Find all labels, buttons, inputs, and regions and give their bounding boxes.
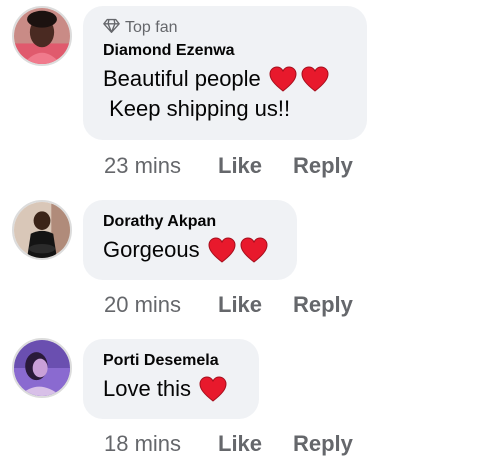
comment-line-1: Gorgeous <box>103 237 200 262</box>
commenter-name[interactable]: Dorathy Akpan <box>103 212 277 232</box>
comment-text: Gorgeous <box>103 235 277 265</box>
red-heart-icon <box>199 376 227 402</box>
like-button[interactable]: Like <box>218 431 293 457</box>
comment-timestamp[interactable]: 23 mins <box>104 153 218 179</box>
comment-bubble: Dorathy Akpan Gorgeous <box>83 200 297 280</box>
comment-actions: 18 mins Like Reply <box>104 431 353 457</box>
like-button[interactable]: Like <box>218 153 293 179</box>
reply-button[interactable]: Reply <box>293 431 353 457</box>
top-fan-badge: Top fan <box>103 18 347 38</box>
avatar-photo-icon <box>14 202 70 258</box>
comment-timestamp[interactable]: 18 mins <box>104 431 218 457</box>
comment-bubble: Porti Desemela Love this <box>83 339 259 419</box>
reply-button[interactable]: Reply <box>293 153 353 179</box>
comment-line-1: Beautiful people <box>103 66 261 91</box>
avatar-photo-icon <box>14 340 70 396</box>
comment-line-2: Keep shipping us!! <box>103 96 291 121</box>
red-heart-icon <box>208 237 236 263</box>
avatar[interactable] <box>12 6 72 66</box>
comment-bubble: Top fan Diamond Ezenwa Beautiful people … <box>83 6 367 140</box>
comment-text: Beautiful people Keep shipping us!! <box>103 64 347 124</box>
red-heart-icon <box>269 66 297 92</box>
commenter-name[interactable]: Diamond Ezenwa <box>103 41 347 61</box>
commenter-name[interactable]: Porti Desemela <box>103 351 239 371</box>
red-heart-icon <box>301 66 329 92</box>
diamond-icon <box>103 17 120 39</box>
comment-line-1: Love this <box>103 376 192 401</box>
red-heart-icon <box>240 237 268 263</box>
comment-actions: 23 mins Like Reply <box>104 153 353 179</box>
like-button[interactable]: Like <box>218 292 293 318</box>
comment-timestamp[interactable]: 20 mins <box>104 292 218 318</box>
comment-text: Love this <box>103 374 239 404</box>
avatar[interactable] <box>12 338 72 398</box>
avatar[interactable] <box>12 200 72 260</box>
avatar-photo-icon <box>14 8 70 64</box>
comment-actions: 20 mins Like Reply <box>104 292 353 318</box>
reply-button[interactable]: Reply <box>293 292 353 318</box>
badge-label: Top fan <box>125 19 178 36</box>
